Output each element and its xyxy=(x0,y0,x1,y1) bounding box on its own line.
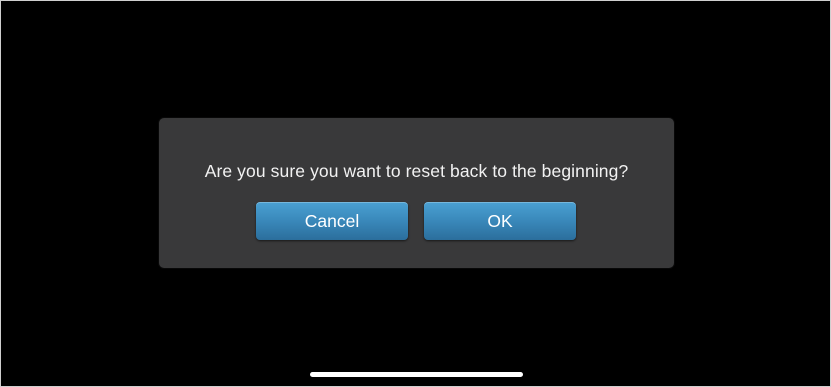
home-indicator[interactable] xyxy=(310,372,523,377)
ok-button-label: OK xyxy=(487,210,513,231)
cancel-button[interactable]: Cancel xyxy=(256,202,408,240)
confirm-reset-dialog: Are you sure you want to reset back to t… xyxy=(159,118,674,268)
ok-button[interactable]: OK xyxy=(424,202,576,240)
dialog-message: Are you sure you want to reset back to t… xyxy=(204,161,629,181)
cancel-button-label: Cancel xyxy=(304,210,360,231)
